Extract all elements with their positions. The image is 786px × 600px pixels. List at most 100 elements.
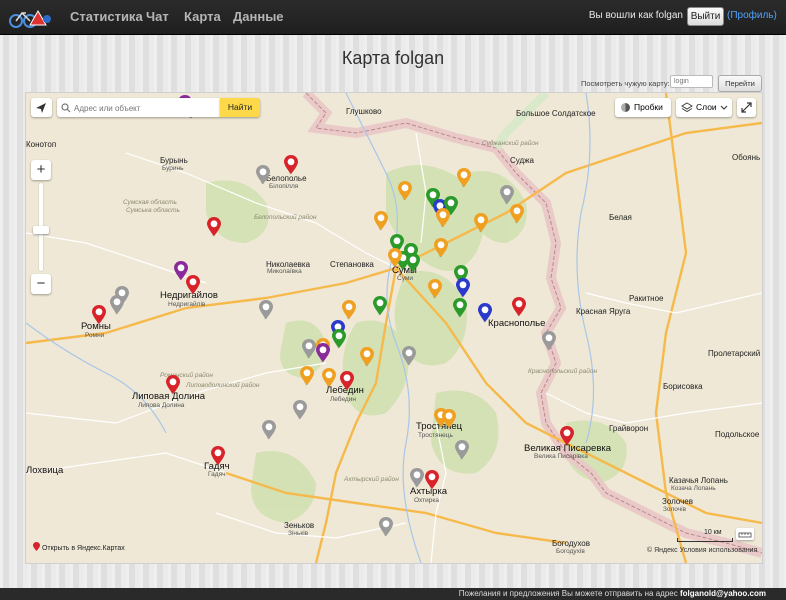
logged-in-user-text: Вы вошли как folgan xyxy=(588,10,683,21)
nav-map[interactable]: Карта xyxy=(184,9,221,24)
map-marker-blue[interactable] xyxy=(478,303,492,323)
map-marker-red[interactable] xyxy=(560,426,574,446)
map-marker-orange[interactable] xyxy=(360,347,374,367)
footer-email-link[interactable]: folganold@yahoo.com xyxy=(680,589,766,598)
map-marker-orange[interactable] xyxy=(434,238,448,258)
map-marker-orange[interactable] xyxy=(428,279,442,299)
zoom-slider-handle[interactable] xyxy=(33,226,49,234)
logout-button[interactable]: Выйти xyxy=(687,7,724,26)
map-marker-orange[interactable] xyxy=(388,248,402,268)
other-map-label: Посмотреть чужую карту: xyxy=(581,79,670,88)
map-view[interactable]: Сумская область Сумська область Суджанск… xyxy=(25,92,763,564)
nav-statistics[interactable]: Статистика xyxy=(70,9,143,24)
map-marker-red[interactable] xyxy=(284,155,298,175)
geolocation-button[interactable] xyxy=(31,98,52,117)
city-label: Лохвица xyxy=(26,465,64,476)
city-label: Борисовка xyxy=(663,382,703,391)
city-sublabel: Миколаївка xyxy=(267,268,302,275)
map-marker-gray[interactable] xyxy=(110,295,124,315)
map-marker-purple[interactable] xyxy=(316,343,330,363)
map-marker-orange[interactable] xyxy=(398,181,412,201)
map-marker-orange[interactable] xyxy=(436,208,450,228)
map-marker-orange[interactable] xyxy=(300,366,314,386)
city-label: Суджа xyxy=(510,156,534,165)
city-sublabel: Велика Писарівка xyxy=(534,453,588,460)
map-marker-blue[interactable] xyxy=(456,278,470,298)
map-marker-gray[interactable] xyxy=(500,185,514,205)
map-marker-red[interactable] xyxy=(166,375,180,395)
map-marker-orange[interactable] xyxy=(322,368,336,388)
other-map-login-input[interactable] xyxy=(670,75,713,88)
map-marker-green[interactable] xyxy=(406,253,420,273)
city-label: Золочев xyxy=(662,497,694,506)
city-sublabel: Недригайлів xyxy=(168,301,206,308)
city-label: Конотоп xyxy=(26,140,57,149)
map-scale-bar xyxy=(677,538,733,542)
city-label: Степановка xyxy=(330,260,374,269)
map-search-button[interactable]: Найти xyxy=(220,98,260,117)
layers-icon xyxy=(681,102,693,113)
city-sublabel: Зіньків xyxy=(288,530,309,537)
map-marker-orange[interactable] xyxy=(457,168,471,188)
terms-of-use-link[interactable]: Условия использования xyxy=(680,547,758,554)
map-marker-red[interactable] xyxy=(207,217,221,237)
map-marker-red[interactable] xyxy=(340,371,354,391)
traffic-label: Пробки xyxy=(634,102,663,112)
map-marker-gray[interactable] xyxy=(293,400,307,420)
map-marker-orange[interactable] xyxy=(474,213,488,233)
open-in-yandex-maps-link[interactable]: Открыть в Яндекс.Картах xyxy=(33,542,125,552)
fullscreen-button[interactable] xyxy=(737,98,756,117)
other-map-go-button[interactable]: Перейти xyxy=(718,75,762,92)
layers-label: Слои xyxy=(696,102,717,112)
map-marker-gray[interactable] xyxy=(542,331,556,351)
map-marker-red[interactable] xyxy=(211,446,225,466)
city-sublabel: Тростянець xyxy=(418,432,453,439)
map-marker-orange[interactable] xyxy=(374,211,388,231)
map-marker-gray[interactable] xyxy=(410,468,424,488)
expand-icon xyxy=(741,102,752,113)
map-marker-red[interactable] xyxy=(425,470,439,490)
map-pin-icon xyxy=(33,542,40,551)
city-sublabel: Ромни xyxy=(85,332,105,339)
map-marker-orange[interactable] xyxy=(342,300,356,320)
map-marker-orange[interactable] xyxy=(510,204,524,224)
map-marker-red[interactable] xyxy=(92,305,106,325)
city-label: Казачья Лопань xyxy=(669,476,728,485)
ruler-button[interactable] xyxy=(736,528,754,540)
map-marker-gray[interactable] xyxy=(379,517,393,537)
bike-logo-icon[interactable] xyxy=(8,8,52,28)
map-marker-orange[interactable] xyxy=(442,409,456,429)
city-sublabel: Білопілля xyxy=(269,183,299,190)
map-marker-gray[interactable] xyxy=(256,165,270,185)
zoom-in-button[interactable]: + xyxy=(31,160,51,180)
page-title: Карта folgan xyxy=(341,48,445,68)
city-label: Глушково xyxy=(346,107,382,116)
nav-data[interactable]: Данные xyxy=(233,9,284,24)
footer: Пожелания и предложения Вы можете отправ… xyxy=(0,588,786,600)
layers-button[interactable]: Слои xyxy=(676,98,732,117)
map-marker-gray[interactable] xyxy=(455,440,469,460)
top-navbar: Статистика Чат Карта Данные Вы вошли как… xyxy=(0,0,786,35)
map-marker-green[interactable] xyxy=(453,298,467,318)
map-marker-green[interactable] xyxy=(332,329,346,349)
map-marker-gray[interactable] xyxy=(259,300,273,320)
map-marker-green[interactable] xyxy=(373,296,387,316)
search-icon xyxy=(61,103,71,113)
map-marker-gray[interactable] xyxy=(262,420,276,440)
map-copyright: © Яндекс Условия использования xyxy=(647,547,757,554)
map-marker-gray[interactable] xyxy=(402,346,416,366)
footer-message: Пожелания и предложения Вы можете отправ… xyxy=(458,589,678,598)
nav-chat[interactable]: Чат xyxy=(146,9,169,24)
city-label: Бурынь xyxy=(160,156,188,165)
traffic-icon xyxy=(621,103,630,112)
zoom-out-button[interactable]: − xyxy=(31,274,51,294)
profile-link[interactable]: (Профиль) xyxy=(727,10,777,21)
map-marker-red[interactable] xyxy=(512,297,526,317)
map-search-input[interactable] xyxy=(72,100,216,116)
city-sublabel: Липова Долина xyxy=(138,402,185,409)
city-sublabel: Лебедин xyxy=(330,396,356,403)
traffic-button[interactable]: Пробки xyxy=(615,98,671,117)
map-marker-gray[interactable] xyxy=(302,339,316,359)
map-marker-red[interactable] xyxy=(186,275,200,295)
chevron-down-icon xyxy=(720,105,728,110)
